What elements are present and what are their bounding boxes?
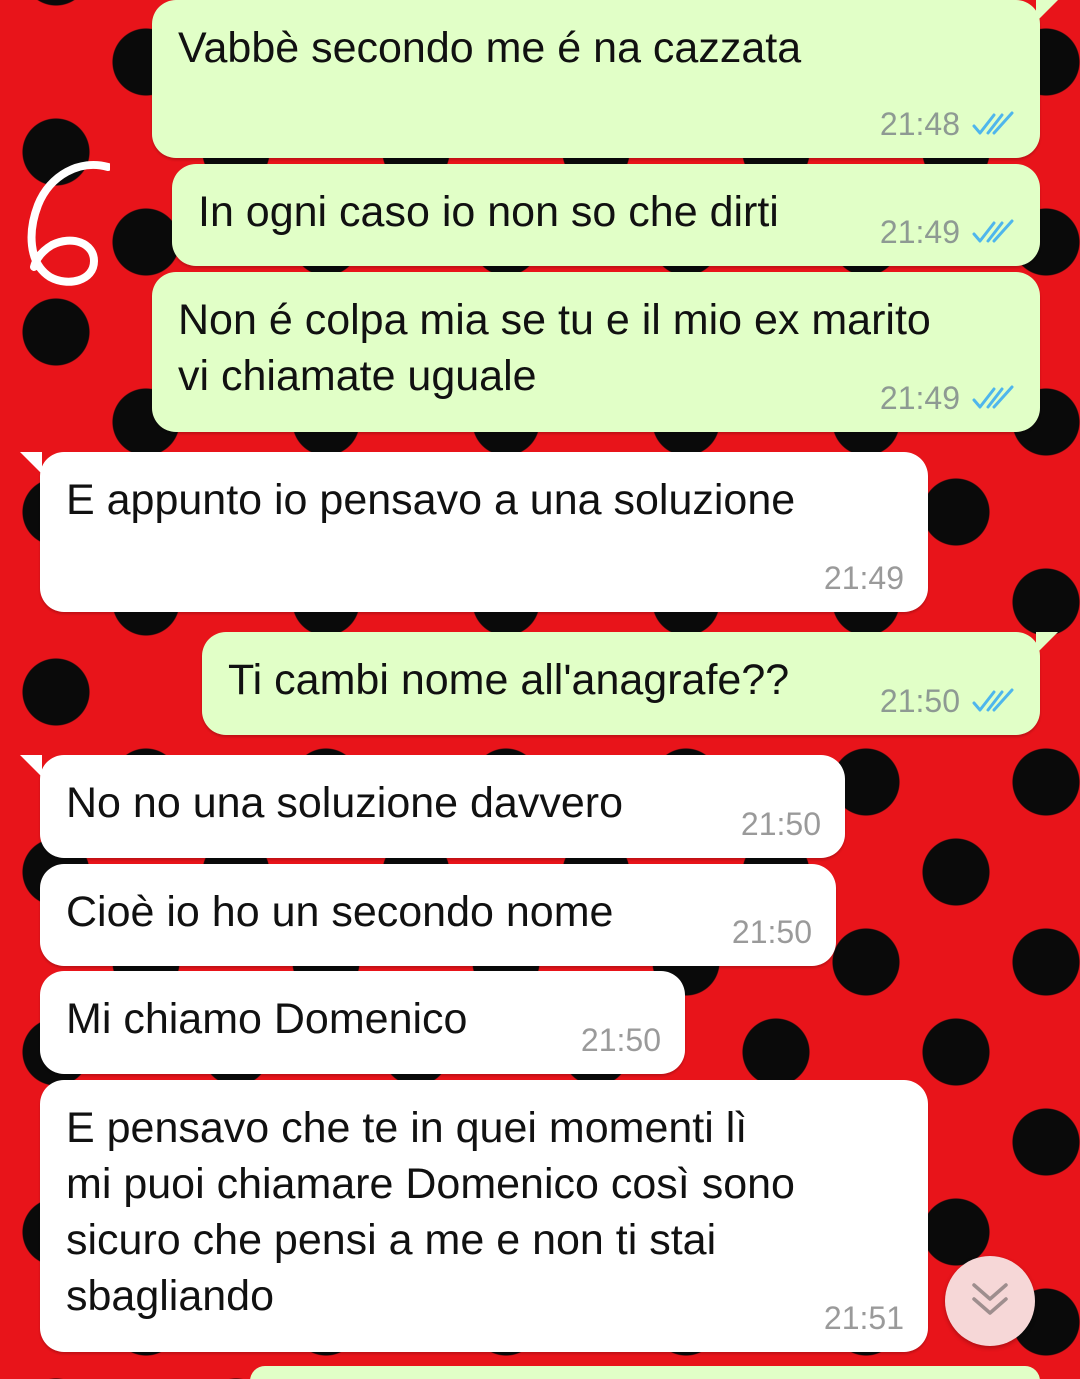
- message-bubble-incoming[interactable]: Mi chiamo Domenico 21:50: [40, 971, 685, 1074]
- message-time: 21:50: [740, 806, 821, 842]
- message-meta: 21:49: [824, 560, 904, 596]
- message-bubble-partial: [250, 1366, 1040, 1379]
- handwritten-annotation: [27, 161, 110, 286]
- message-text: Mi chiamo Domenico: [66, 995, 468, 1043]
- message-time: 21:50: [879, 683, 960, 719]
- message-text: No no una soluzione davvero: [66, 779, 623, 827]
- message-meta: 21:49: [880, 214, 1016, 250]
- double-check-icon: [972, 688, 1016, 714]
- double-check-icon: [972, 385, 1016, 411]
- message-bubble-outgoing[interactable]: Vabbè secondo me é na cazzata 21:48: [152, 0, 1058, 158]
- double-check-icon: [972, 111, 1016, 137]
- message-text: E pensavo che te in quei momenti lì mi p…: [66, 1104, 795, 1320]
- message-bubble-outgoing[interactable]: Non é colpa mia se tu e il mio ex marito…: [152, 272, 1040, 432]
- message-meta: 21:51: [824, 1300, 904, 1336]
- chat-area[interactable]: Vabbè secondo me é na cazzata 21:48 In o…: [0, 0, 1080, 1379]
- message-time: 21:49: [879, 380, 960, 416]
- message-meta: 21:50: [741, 806, 821, 842]
- message-text: Vabbè secondo me é na cazzata: [178, 24, 802, 72]
- message-time: 21:50: [731, 914, 812, 950]
- message-meta: 21:49: [880, 380, 1016, 416]
- message-time: 21:48: [879, 106, 960, 142]
- message-meta: 21:50: [581, 1022, 661, 1058]
- message-bubble-incoming[interactable]: No no una soluzione davvero 21:50: [20, 755, 845, 858]
- message-time: 21:49: [879, 214, 960, 250]
- message-time: 21:50: [580, 1022, 661, 1058]
- message-meta: 21:48: [880, 106, 1016, 142]
- message-meta: 21:50: [732, 914, 812, 950]
- message-bubble-incoming[interactable]: E pensavo che te in quei momenti lì mi p…: [40, 1080, 928, 1352]
- message-text: E appunto io pensavo a una soluzione: [66, 476, 796, 524]
- double-check-icon: [972, 219, 1016, 245]
- message-bubble-outgoing[interactable]: Ti cambi nome all'anagrafe?? 21:50: [202, 632, 1058, 735]
- message-bubble-incoming[interactable]: Cioè io ho un secondo nome 21:50: [40, 864, 836, 966]
- message-bubble-incoming[interactable]: E appunto io pensavo a una soluzione 21:…: [20, 452, 928, 612]
- message-bubble-outgoing[interactable]: In ogni caso io non so che dirti 21:49: [172, 164, 1040, 266]
- message-text: Cioè io ho un secondo nome: [66, 888, 614, 936]
- message-time: 21:49: [823, 560, 904, 596]
- message-meta: 21:50: [880, 683, 1016, 719]
- chevron-double-down-icon: [968, 1279, 1012, 1324]
- scroll-to-bottom-button[interactable]: [945, 1256, 1035, 1346]
- message-time: 21:51: [823, 1300, 904, 1336]
